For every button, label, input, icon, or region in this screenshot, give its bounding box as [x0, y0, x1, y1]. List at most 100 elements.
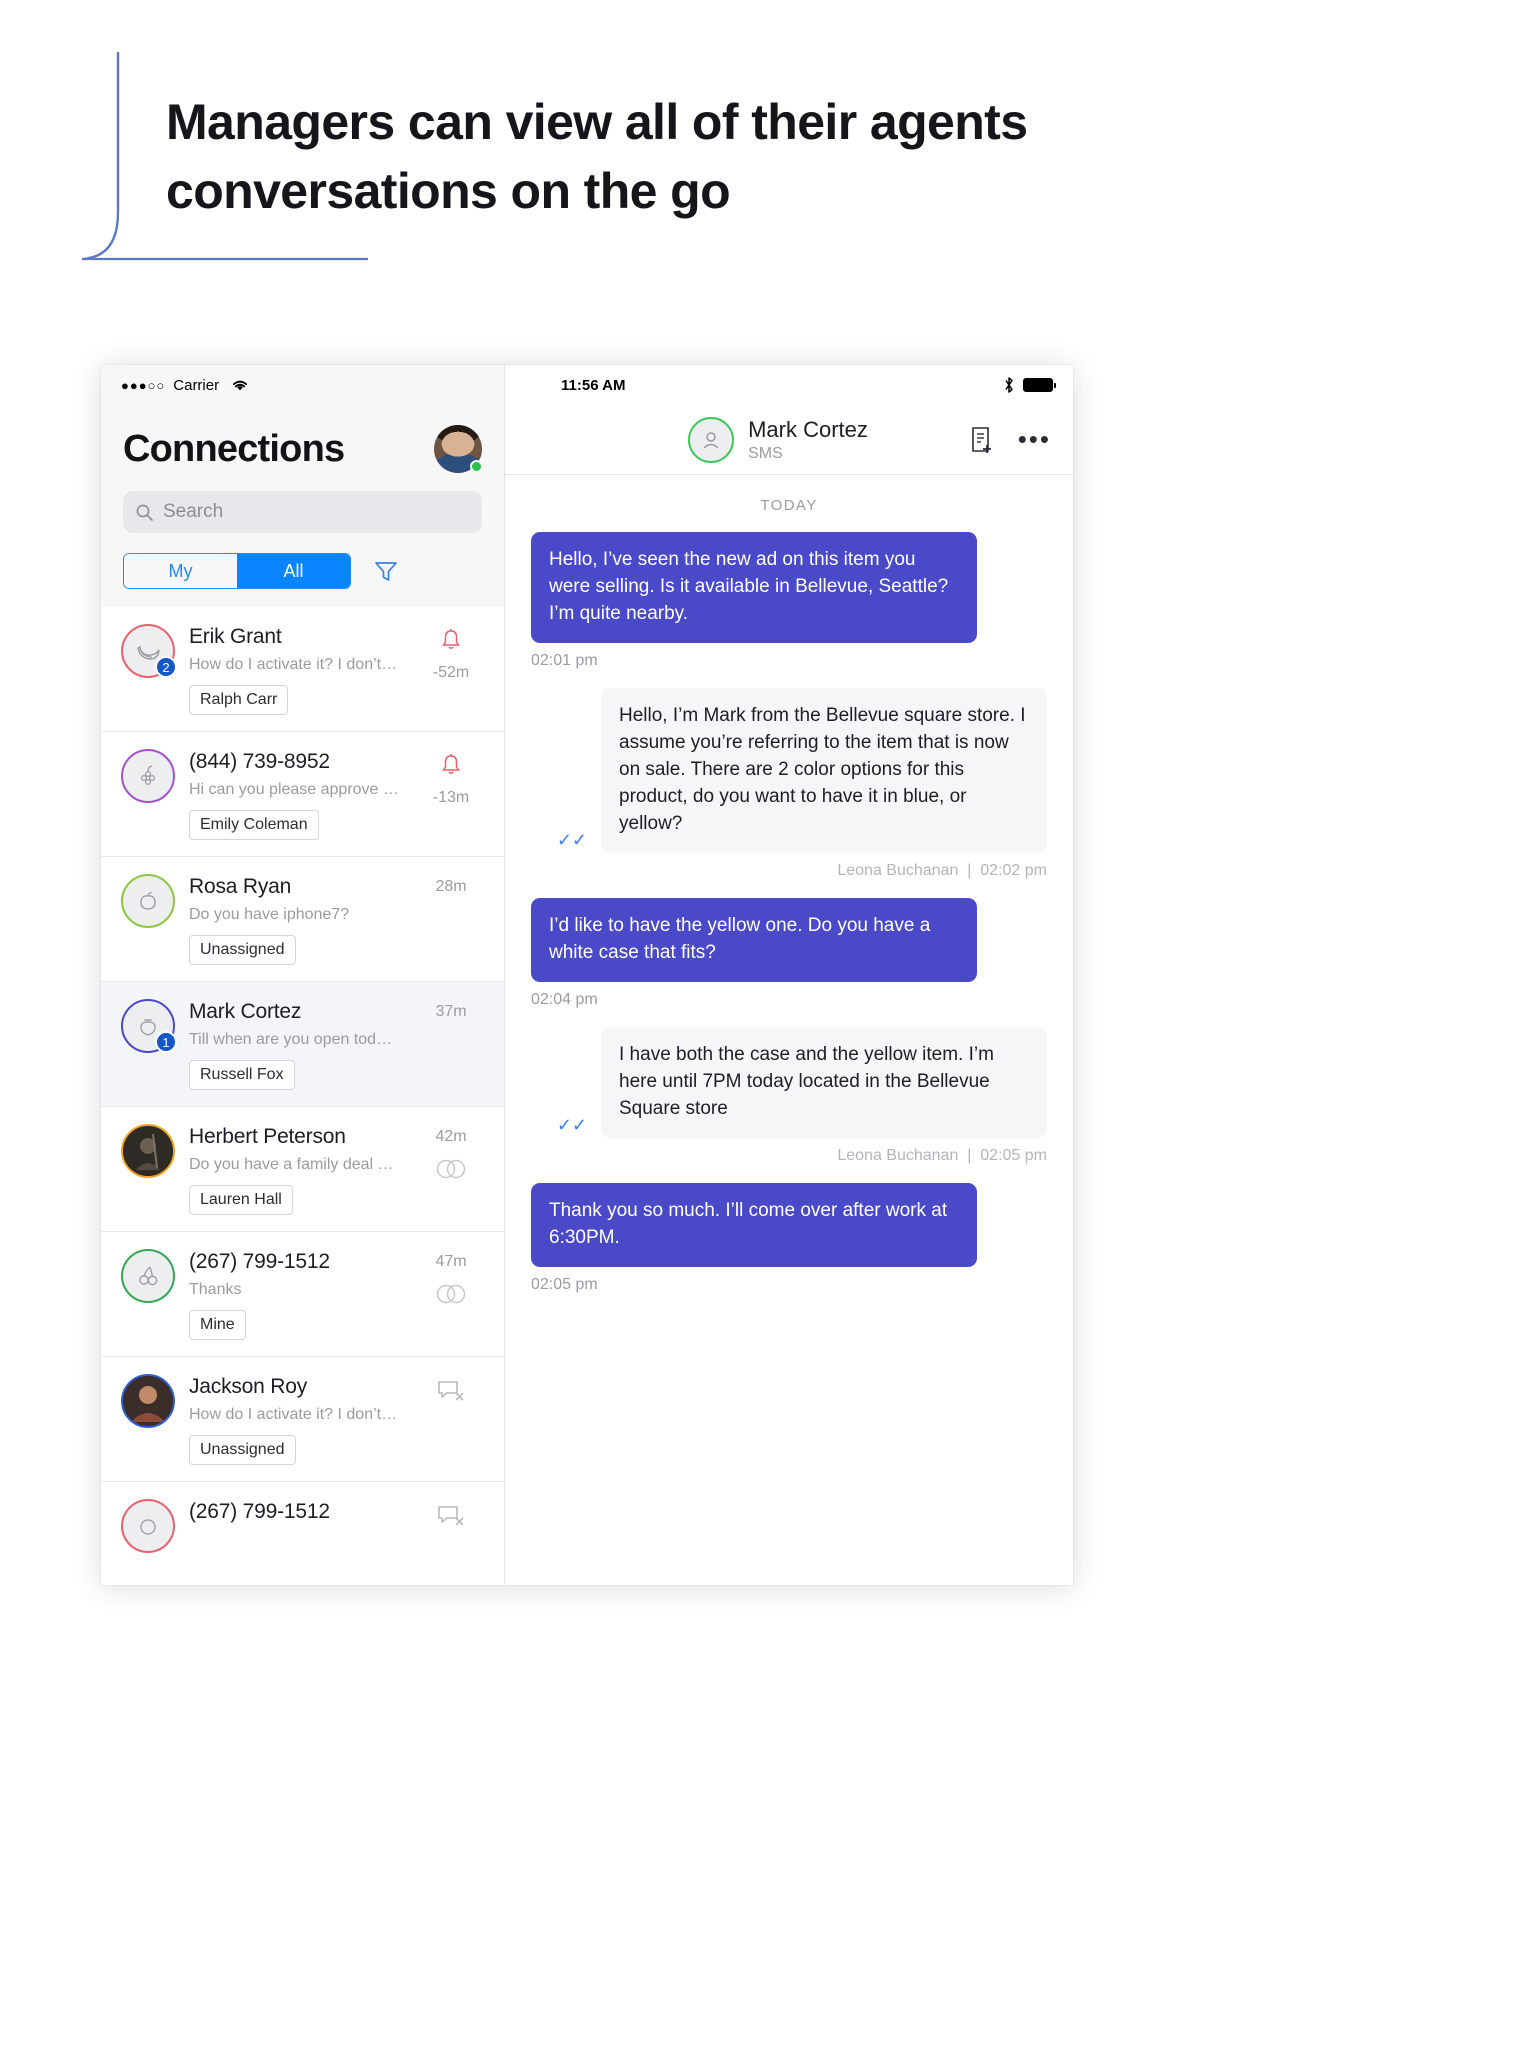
timestamp: -13m [432, 789, 470, 806]
message-preview: Hi can you please approve m... [189, 781, 400, 798]
bell-icon [442, 754, 460, 774]
list-item[interactable]: Rosa Ryan Do you have iphone7? Unassigne… [101, 857, 504, 982]
contact-name: (267) 799-1512 [189, 1250, 330, 1273]
message-meta: Leona Buchanan | 02:02 pm [837, 861, 1047, 879]
message-bubble: I’d like to have the yellow one. Do you … [531, 897, 977, 982]
list-item[interactable]: (267) 799-1512 [101, 1482, 504, 1585]
peer-name: Mark Cortez [748, 416, 868, 442]
new-note-icon[interactable] [968, 425, 996, 455]
avatar [121, 1499, 175, 1553]
read-receipt-icon: ✓✓ [556, 1114, 587, 1135]
message-preview: Do you have a family deal with [189, 1156, 400, 1173]
filter-row: My All [123, 553, 482, 607]
search-input[interactable]: Search [123, 491, 482, 533]
message-preview: How do I activate it? I don’t s... [189, 656, 400, 673]
avatar [121, 1374, 175, 1428]
list-item[interactable]: 1 Mark Cortez Till when are you open tod… [101, 982, 504, 1107]
list-item-content: (267) 799-1512 Thanks Mine [189, 1249, 400, 1340]
timestamp: 37m [435, 1003, 467, 1020]
message-sender: Leona Buchanan [837, 1146, 959, 1164]
message-text: I have both the case and the yellow item… [619, 1043, 994, 1119]
list-item-meta: 37m [414, 999, 488, 1021]
app-screenshot-frame: ●●●○○ Carrier Connections Search My All … [101, 365, 1073, 1585]
message-timestamp: 02:02 pm [980, 861, 1047, 879]
chat-panel: 11:56 AM Mark Cortez SMS ••• TODAY Hello… [505, 365, 1073, 1585]
message-text: Hello, I’ve seen the new ad on this item… [549, 549, 949, 597]
incoming-wrapper: ✓✓ Hello, I’m Mark from the Bellevue squ… [557, 687, 1047, 853]
message-meta: Leona Buchanan | 02:05 pm [837, 1146, 1047, 1164]
search-icon [136, 504, 153, 521]
message-timestamp: 02:05 pm [980, 1146, 1047, 1164]
more-options-icon[interactable]: ••• [1018, 426, 1051, 451]
page-title: Managers can view all of their agents co… [166, 88, 1126, 226]
chat-peer-info[interactable]: Mark Cortez SMS [688, 416, 868, 463]
list-item-content: Herbert Peterson Do you have a family de… [189, 1124, 400, 1215]
grapes-icon [141, 765, 156, 786]
list-item-meta: 47m [414, 1249, 488, 1305]
headline-section: Managers can view all of their agents co… [0, 0, 1536, 360]
list-item-meta: 42m [414, 1124, 488, 1180]
message-thread[interactable]: TODAY Hello, I’ve seen the new ad on thi… [505, 475, 1073, 1585]
fruit-icon [140, 1519, 156, 1535]
clock-label: 11:56 AM [561, 376, 626, 394]
chat-header-actions: ••• [968, 425, 1051, 455]
contact-name: (267) 799-1512 [189, 1500, 330, 1523]
scope-segmented-control[interactable]: My All [123, 553, 351, 589]
list-item-content: Jackson Roy How do I activate it? I don’… [189, 1374, 400, 1465]
day-separator: TODAY [760, 497, 818, 514]
message-timestamp: 02:04 pm [531, 990, 598, 1008]
panel-title: Connections [123, 427, 345, 470]
search-placeholder: Search [163, 501, 224, 522]
battery-full-icon [1023, 378, 1056, 392]
timestamp: 47m [435, 1253, 467, 1270]
message-text: Thank you so much. I’ll come over after … [549, 1199, 948, 1248]
list-item-content: Erik Grant How do I activate it? I don’t… [189, 624, 400, 715]
contact-name: Herbert Peterson [189, 1125, 346, 1148]
cherry-icon [139, 1266, 158, 1286]
headline-line-1: Managers can view all of their agents [166, 94, 1028, 150]
list-item[interactable]: 2 Erik Grant How do I activate it? I don… [101, 607, 504, 732]
message-timestamp: 02:01 pm [531, 651, 598, 669]
message-preview: How do I activate it? I don’t s... [189, 1406, 400, 1423]
list-item[interactable]: (844) 739-8952 Hi can you please approve… [101, 732, 504, 857]
filter-funnel-icon[interactable] [373, 558, 399, 584]
assignee-tag: Russell Fox [189, 1060, 295, 1090]
rings-icon [436, 1159, 466, 1179]
avatar [121, 749, 175, 803]
assignee-tag: Emily Coleman [189, 810, 319, 840]
list-item-meta [414, 1499, 488, 1529]
contact-name: (844) 739-8952 [189, 750, 330, 773]
avatar[interactable] [434, 425, 483, 473]
avatar: 1 [121, 999, 177, 1053]
list-item[interactable]: Jackson Roy How do I activate it? I don’… [101, 1357, 504, 1482]
unread-badge: 2 [155, 656, 177, 678]
list-item[interactable]: (267) 799-1512 Thanks Mine 47m [101, 1232, 504, 1357]
headline-line-2: conversations on the go [166, 163, 731, 219]
photo-avatar [123, 1376, 173, 1426]
list-item-content: (267) 799-1512 [189, 1499, 400, 1531]
segment-all[interactable]: All [237, 554, 350, 588]
avatar [121, 874, 175, 928]
message-bubble: Hello, I’m Mark from the Bellevue square… [601, 687, 1047, 853]
assignee-tag: Ralph Carr [189, 685, 289, 715]
person-outline-icon [703, 431, 719, 449]
avatar: 2 [121, 624, 177, 678]
bluetooth-icon [1005, 377, 1013, 393]
unread-badge: 1 [155, 1031, 177, 1053]
assignee-tag: Lauren Hall [189, 1185, 293, 1215]
avatar [121, 1249, 175, 1303]
peer-channel: SMS [748, 444, 783, 462]
message-row: I’d like to have the yellow one. Do you … [531, 897, 1047, 1009]
assignee-tag: Mine [189, 1310, 246, 1340]
muted-chat-icon [438, 1381, 464, 1401]
message-sender: Leona Buchanan [837, 861, 959, 879]
segment-my[interactable]: My [124, 554, 237, 588]
online-status-dot [470, 460, 483, 473]
conversation-list[interactable]: 2 Erik Grant How do I activate it? I don… [101, 607, 504, 1585]
timestamp: 28m [435, 878, 467, 895]
signal-strength-icon: ●●●○○ [121, 377, 166, 393]
list-item[interactable]: Herbert Peterson Do you have a family de… [101, 1107, 504, 1232]
contact-name: Mark Cortez [189, 1000, 302, 1023]
right-status-bar: 11:56 AM [505, 365, 1073, 405]
left-status-bar: ●●●○○ Carrier [101, 365, 504, 405]
